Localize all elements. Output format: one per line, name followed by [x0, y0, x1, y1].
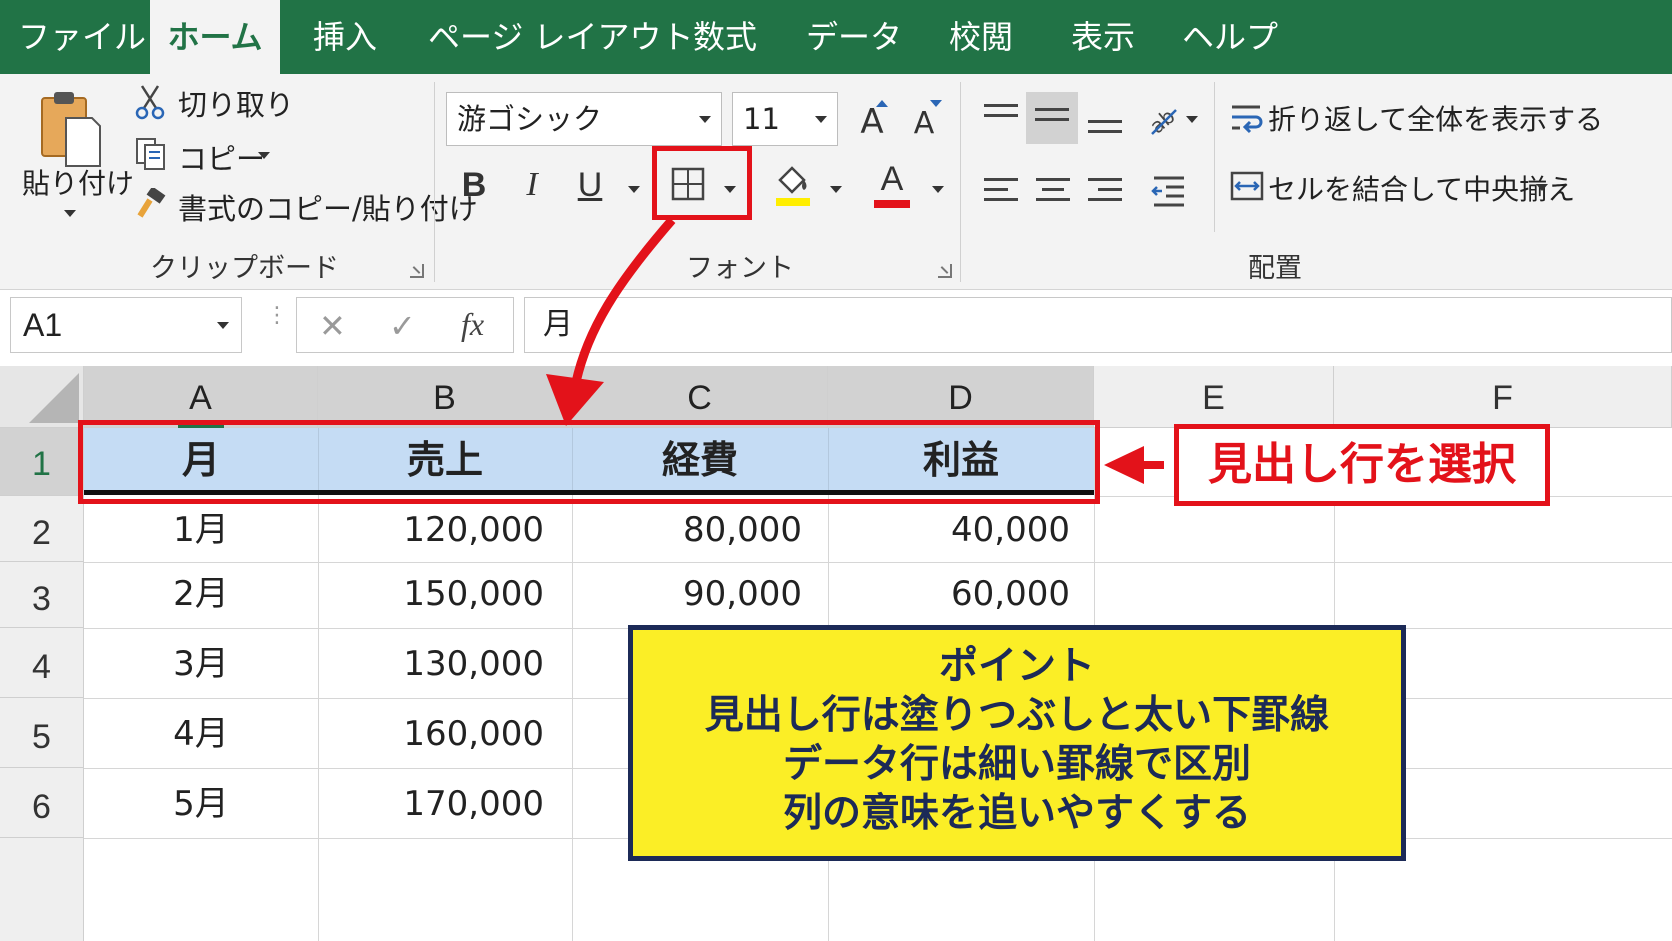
arrow-head-down-icon [546, 374, 604, 426]
point-note: ポイント 見出し行は塗りつぶしと太い下罫線 データ行は細い罫線で区別 列の意味を… [628, 625, 1406, 861]
select-header-callout: 見出し行を選択 [1174, 424, 1550, 506]
note-line: データ行は細い罫線で区別 [782, 742, 1251, 787]
arrow-borders-to-header [569, 217, 676, 393]
note-line: 見出し行は塗りつぶしと太い下罫線 [704, 693, 1330, 738]
arrow-head-left-icon [1104, 446, 1144, 484]
note-title: ポイント [938, 644, 1095, 689]
note-line: 列の意味を追いやすくする [782, 791, 1251, 836]
